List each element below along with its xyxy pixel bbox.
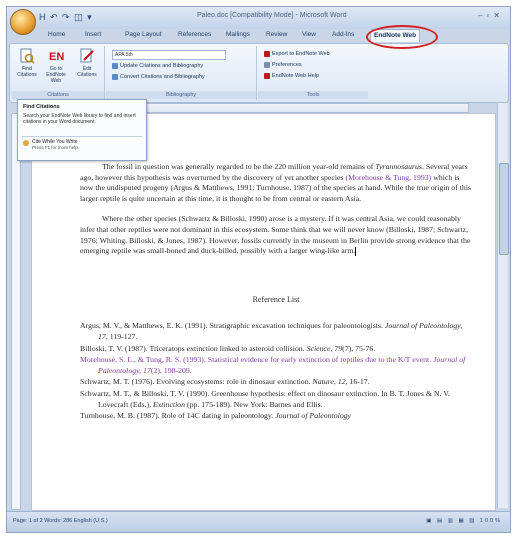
word-window: H ↶ ↷ ◫ ▾ Paleo.doc [Compatibility Mode]… (6, 6, 511, 533)
export-endnote-button[interactable]: Export to EndNote Web (264, 50, 330, 59)
title-bar: H ↶ ↷ ◫ ▾ Paleo.doc [Compatibility Mode]… (7, 7, 510, 35)
reference-list-title: Reference List (252, 294, 300, 304)
tab-insert[interactable]: Insert (82, 29, 104, 41)
convert-citations-button[interactable]: Convert Citations and Bibliography (112, 73, 205, 82)
tab-add-ins[interactable]: Add-Ins (329, 29, 357, 41)
paragraph-2: Where the other species (Schwartz & Bill… (80, 214, 471, 256)
citations-group-label: Citations (12, 91, 104, 99)
tooltip-title: Find Citations (23, 104, 60, 110)
status-info: Page: 1 of 2 Words: 286 English (U.S.) (13, 518, 108, 524)
status-bar: Page: 1 of 2 Words: 286 English (U.S.) ▣… (7, 511, 510, 532)
tab-references[interactable]: References (175, 29, 214, 41)
cwyw-icon (23, 140, 29, 146)
window-controls[interactable]: –▫✕ (478, 11, 504, 20)
style-select[interactable]: APA 5th (112, 50, 226, 60)
tooltip-body: Search your EndNote Web library to find … (23, 113, 136, 125)
edit-citations-button[interactable]: Edit Citations (74, 48, 100, 78)
go-to-endnote-web-button[interactable]: EN Go to EndNote Web (42, 48, 70, 84)
preferences-icon (264, 61, 270, 68)
endnote-help-button[interactable]: EndNote Web Help (264, 72, 319, 81)
ribbon-tabs: Home Insert Page Layout References Maili… (37, 29, 507, 43)
tab-endnote-web[interactable]: EndNote Web (370, 29, 421, 42)
vertical-ruler[interactable] (11, 113, 21, 510)
find-citations-button[interactable]: Find Citations (16, 48, 38, 78)
view-zoom-controls[interactable]: ▣ ▤ ▥ ▦ ▧ 100% (426, 518, 502, 524)
preferences-button[interactable]: Preferences (264, 61, 302, 70)
bibliography-group-label: Bibliography (106, 91, 256, 99)
find-citations-icon (20, 48, 35, 64)
tools-group-label: Tools (258, 91, 368, 99)
horizontal-ruler[interactable] (127, 103, 469, 113)
tab-home[interactable]: Home (45, 29, 68, 41)
svg-text:EN: EN (49, 51, 64, 63)
bibliography-group: APA 5th Update Citations and Bibliograph… (106, 46, 257, 100)
reference-entry: Billoski, T. V. (1987). Triceratops exti… (80, 343, 376, 353)
paragraph-1: The fossil in question was generally reg… (80, 162, 472, 203)
document-body[interactable]: The fossil in question was generally reg… (80, 162, 472, 423)
tab-review[interactable]: Review (263, 29, 290, 41)
export-icon (264, 50, 270, 57)
reference-entry: Schwartz, M. T., & Billoski, T. V. (1990… (80, 388, 450, 409)
reference-entry: Turnhouse, M. B. (1987). Role of 14C dat… (80, 411, 352, 421)
tooltip-divider (22, 136, 142, 137)
citations-group: Find Citations EN Go to EndNote Web Edit… (12, 46, 105, 100)
quick-access-toolbar[interactable]: H ↶ ↷ ◫ ▾ (39, 12, 93, 23)
window-title: Paleo.doc [Compatibility Mode] - Microso… (197, 12, 347, 19)
reference-entry: Argus, M. V., & Matthews, E. K. (1991). … (80, 321, 463, 341)
scroll-thumb[interactable] (499, 163, 509, 255)
citation-field[interactable]: (Morehouse & Tung, 1993) (345, 173, 431, 182)
text-cursor (355, 246, 357, 256)
tab-mailings[interactable]: Mailings (223, 29, 253, 41)
update-citations-button[interactable]: Update Citations and Bibliography (112, 62, 203, 71)
document-page[interactable]: The fossil in question was generally reg… (31, 113, 496, 511)
tab-view[interactable]: View (299, 29, 319, 41)
tooltip-help-hint: Press F1 for more help. (32, 145, 80, 150)
update-icon (112, 62, 118, 69)
endnote-en-icon: EN (49, 51, 64, 63)
convert-icon (112, 73, 118, 80)
help-icon (264, 72, 270, 79)
ribbon: Find Citations EN Go to EndNote Web Edit… (9, 43, 509, 103)
reference-entry: Schwartz, M. T. (1976). Evolving ecosyst… (80, 377, 370, 387)
office-button[interactable] (10, 9, 36, 35)
tools-group: Export to EndNote Web Preferences EndNot… (258, 46, 368, 100)
reference-entry-highlighted: Morehouse, S. L., & Tung, R. S. (1993). … (80, 355, 466, 375)
tab-page-layout[interactable]: Page Layout (122, 29, 165, 41)
edit-citations-icon (80, 48, 94, 63)
vertical-scrollbar[interactable] (497, 103, 509, 508)
find-citations-tooltip: Find Citations Search your EndNote Web l… (17, 99, 147, 161)
